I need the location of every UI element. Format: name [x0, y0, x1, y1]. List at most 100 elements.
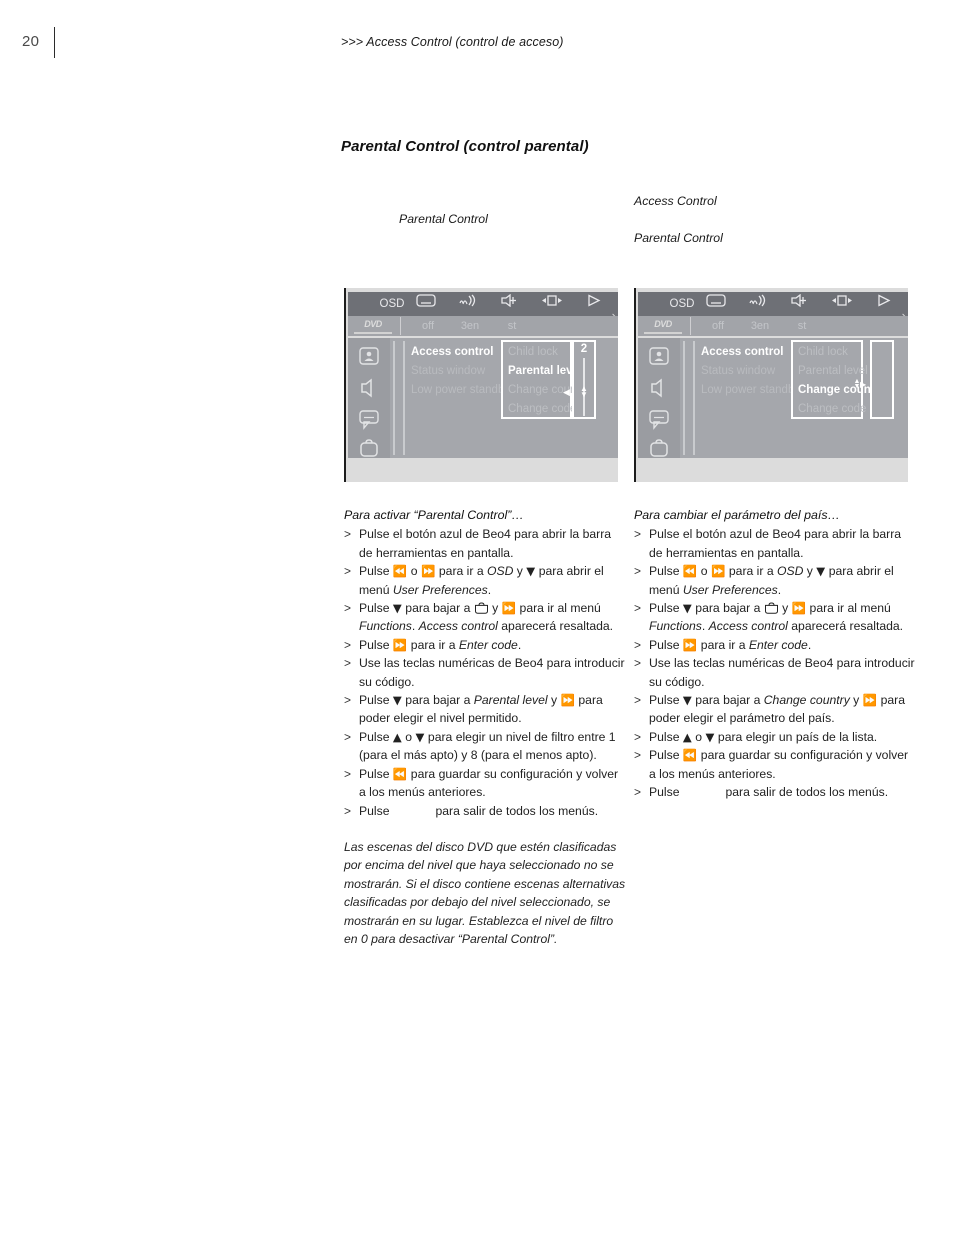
osd-menu-item-1[interactable]: Status window [411, 365, 485, 378]
osd-toolbar-subtitle-icon[interactable] [404, 294, 448, 314]
step-text: Pulse [359, 729, 393, 744]
step-text: Use las teclas numéricas de Beo4 para in… [359, 656, 625, 689]
osd-rail-user-icon[interactable] [647, 345, 671, 367]
step-text: o [697, 564, 711, 579]
emphasis-text: OSD [486, 564, 514, 579]
osd-rail-speech-bubble-icon[interactable] [647, 408, 671, 430]
button-glyph-icon: ⏩ [710, 564, 726, 579]
osd-subbar-divider [690, 317, 691, 335]
step-text: Pulse [649, 637, 683, 652]
osd-submenu-item-0[interactable]: Child lock [798, 346, 848, 359]
emphasis-text: Functions [359, 619, 412, 634]
step-text: y [488, 601, 502, 616]
step-text: Pulse [649, 601, 683, 616]
osd-rail-speaker-icon[interactable] [357, 377, 381, 399]
osd-body: Access control Status window Low power sta… [638, 338, 908, 458]
step-text: Pulse el botón azul de Beo4 para abrir l… [359, 527, 612, 560]
step-text: para elegir un país de la lista. [714, 729, 878, 744]
osd-toolbar-picture-icon[interactable] [820, 294, 864, 314]
button-glyph-icon: ▲ [392, 729, 402, 744]
osd-footer [348, 458, 618, 482]
osd-rail-suitcase-icon[interactable] [647, 437, 671, 459]
emphasis-text: Enter code [458, 637, 518, 652]
osd-submenu-item-0[interactable]: Child lock [508, 346, 558, 359]
step-text: Pulse [359, 564, 393, 579]
list-item: Pulse ⏪ o ⏩ para ir a OSD y ▼ para abrir… [634, 562, 916, 599]
osd-rail-suitcase-icon[interactable] [357, 437, 381, 459]
step-text: Pulse [649, 729, 683, 744]
osd-toolbar-audio-icon[interactable] [736, 294, 780, 314]
osd-toolbar-audio-icon[interactable] [446, 294, 490, 314]
button-glyph-icon: ▼ [392, 693, 402, 708]
step-text: . [777, 582, 782, 597]
button-glyph-icon: ▼ [392, 601, 402, 616]
osd-menu-item-2[interactable]: Low power standby [411, 384, 510, 397]
osd-toolbar-picture-icon[interactable] [530, 294, 574, 314]
osd-toolbar-volume-icon[interactable] [488, 293, 532, 314]
osd-toolbar-volume-icon[interactable] [778, 293, 822, 314]
step-text: para ir a [725, 564, 777, 579]
emphasis-text: Functions [649, 619, 702, 634]
caption-right-access-control: Access Control [634, 194, 717, 208]
suitcase-glyph-icon [764, 602, 779, 614]
osd-body: Access control Status window Low power sta… [348, 338, 618, 458]
list-item: Pulse ▼ para bajar a Change country y ⏩ … [634, 691, 916, 728]
osd-footer [638, 458, 908, 482]
button-glyph-icon: ▼ [682, 601, 692, 616]
emphasis-text: Access control [708, 619, 788, 634]
emphasis-text: OSD [776, 564, 804, 579]
dvd-badge-icon: DVD [354, 319, 392, 334]
osd-toolbar: OSD› [348, 292, 618, 322]
osd-rail-speaker-icon[interactable] [647, 377, 671, 399]
osd-screenshot-change-country: OSD›DVD off 3en stAccess control Status wind… [634, 288, 908, 482]
emphasis-text: Access control [418, 619, 498, 634]
instructions-column-left: Para activar “Parental Control”… Pulse e… [344, 506, 626, 948]
osd-subbar-value-1[interactable]: 3en [452, 318, 488, 334]
osd-submenu-item-3[interactable]: Change code [508, 403, 576, 416]
osd-value-box[interactable] [870, 340, 894, 419]
button-glyph-icon: ⏪ [392, 564, 408, 579]
step-text: y [803, 564, 817, 579]
step-text: para salir de todos los menús. [725, 785, 889, 800]
osd-subbar-value-2[interactable]: st [494, 318, 530, 334]
right-column-heading: Para cambiar el parámetro del país… [634, 508, 840, 522]
emphasis-text: Enter code [748, 637, 808, 652]
list-item: Pulse el botón azul de Beo4 para abrir l… [634, 525, 916, 562]
step-text: Pulse [649, 564, 683, 579]
osd-value-box[interactable]: 2 ▲ ▼ [572, 340, 596, 419]
page-number: 20 [22, 33, 40, 50]
osd-rail-speech-bubble-icon[interactable] [357, 408, 381, 430]
button-glyph-icon: ⏩ [420, 564, 436, 579]
osd-subbar-value-0[interactable]: off [410, 318, 446, 334]
osd-up-down-arrows-icon[interactable]: ▲ ▼ [574, 385, 594, 399]
osd-submenu-item-1[interactable]: Parental level [798, 365, 868, 378]
step-text: o [407, 564, 421, 579]
osd-right-arrow-icon: ▶ [860, 380, 867, 389]
list-item: Use las teclas numéricas de Beo4 para in… [634, 654, 916, 691]
step-text: para ir a [697, 637, 749, 652]
step-text: para bajar a [691, 693, 764, 708]
step-text: y [778, 601, 792, 616]
osd-toolbar-subtitle-icon[interactable] [694, 294, 738, 314]
osd-menu-item-0[interactable]: Access control [411, 346, 493, 359]
left-column-steps: Pulse el botón azul de Beo4 para abrir l… [344, 525, 626, 820]
osd-subbar-value-1[interactable]: 3en [742, 318, 778, 334]
osd-menu-item-0[interactable]: Access control [701, 346, 783, 359]
caption-left-parental-control: Parental Control [399, 212, 488, 226]
osd-menu-item-2[interactable]: Low power standby [701, 384, 800, 397]
osd-rail-divider-1 [393, 341, 395, 455]
osd-rail-user-icon[interactable] [357, 345, 381, 367]
button-glyph-icon: ▼ [415, 729, 425, 744]
button-glyph-icon: ⏪ [392, 766, 408, 781]
osd-subbar-value-2[interactable]: st [784, 318, 820, 334]
step-text: y [547, 693, 561, 708]
osd-menu-item-1[interactable]: Status window [701, 365, 775, 378]
osd-submenu-item-3[interactable]: Change code [798, 403, 866, 416]
button-glyph-icon: ⏪ [682, 564, 698, 579]
step-text: . [701, 619, 709, 634]
button-glyph-icon: ▼ [816, 564, 826, 579]
step-text: . [517, 637, 522, 652]
osd-subbar-value-0[interactable]: off [700, 318, 736, 334]
emphasis-text: User Preferences [392, 582, 488, 597]
left-column-note: Las escenas del disco DVD que estén clas… [344, 839, 626, 946]
